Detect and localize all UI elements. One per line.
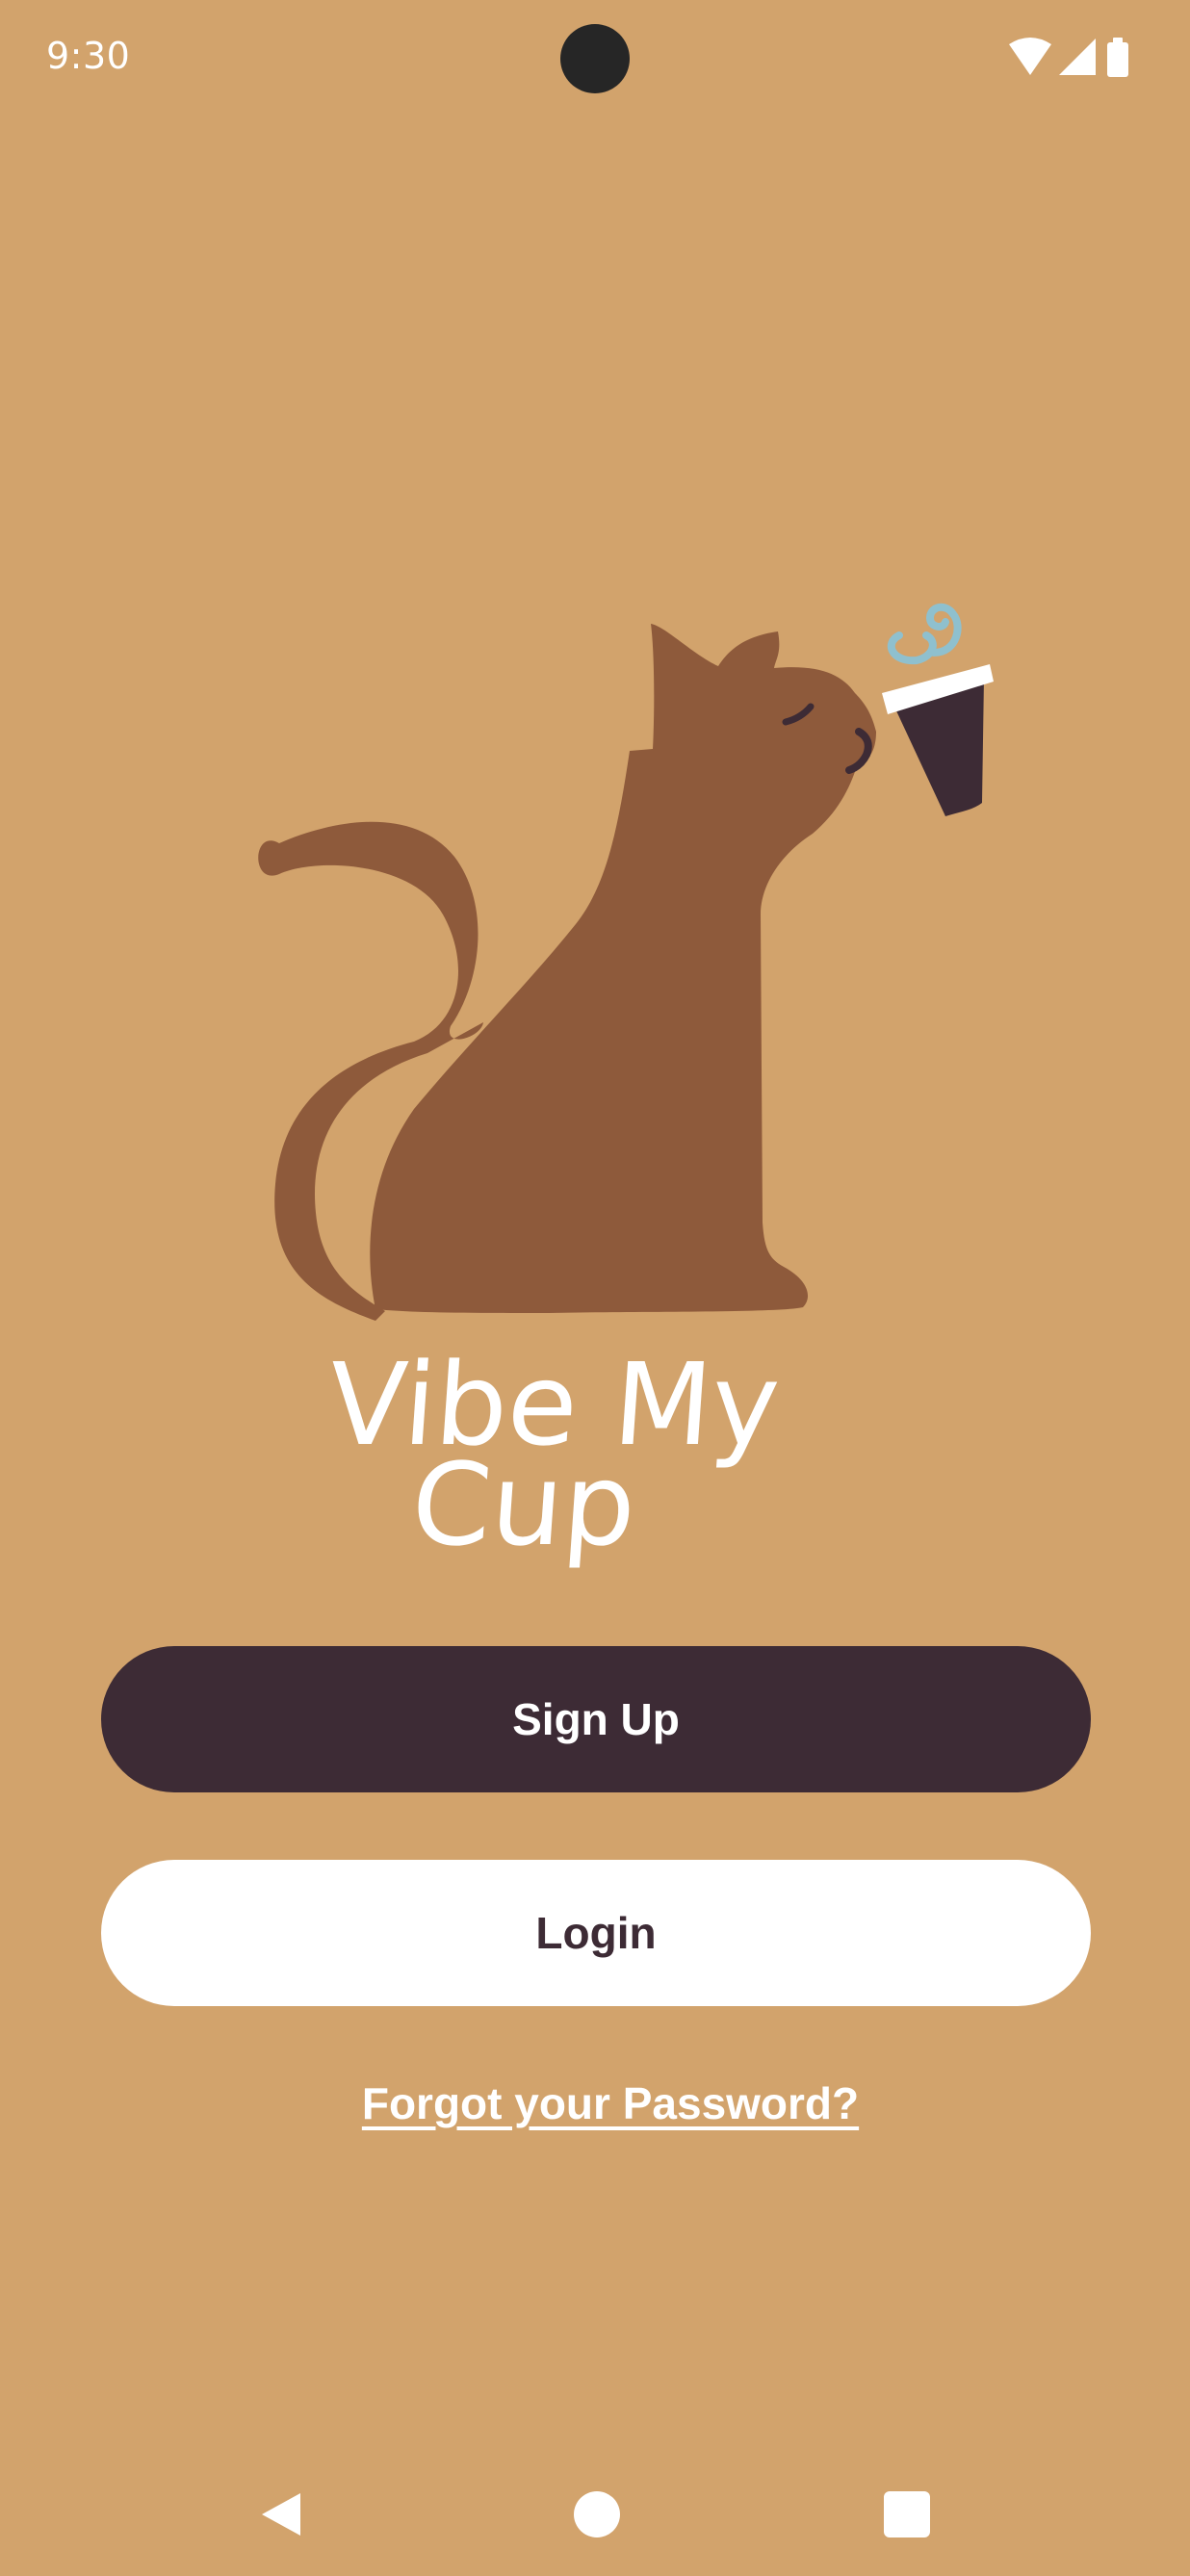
wifi-icon [1009,38,1051,75]
status-time: 9:30 [46,35,131,77]
app-title: Vibe My Cup [324,1338,784,1571]
app-title-line2: Cup [407,1438,640,1571]
home-icon [574,2491,620,2537]
back-button[interactable] [243,2476,320,2553]
battery-icon [1107,38,1128,77]
back-icon [262,2493,300,2536]
coffee-cup-icon [882,603,994,816]
forgot-password-link[interactable]: Forgot your Password? [0,2077,1190,2129]
recents-icon [884,2491,930,2537]
cellular-signal-icon [1059,39,1096,75]
status-icons [1007,37,1132,79]
navigation-bar [0,2464,1190,2576]
home-button[interactable] [558,2476,635,2553]
app-logo-illustration: Vibe My Cup [202,597,1011,1617]
status-bar: 9:30 [0,0,1190,116]
sign-up-button[interactable]: Sign Up [101,1646,1091,1792]
cat-illustration [258,624,876,1321]
camera-cutout [560,24,630,93]
login-button[interactable]: Login [101,1860,1091,2006]
recents-button[interactable] [868,2476,945,2553]
